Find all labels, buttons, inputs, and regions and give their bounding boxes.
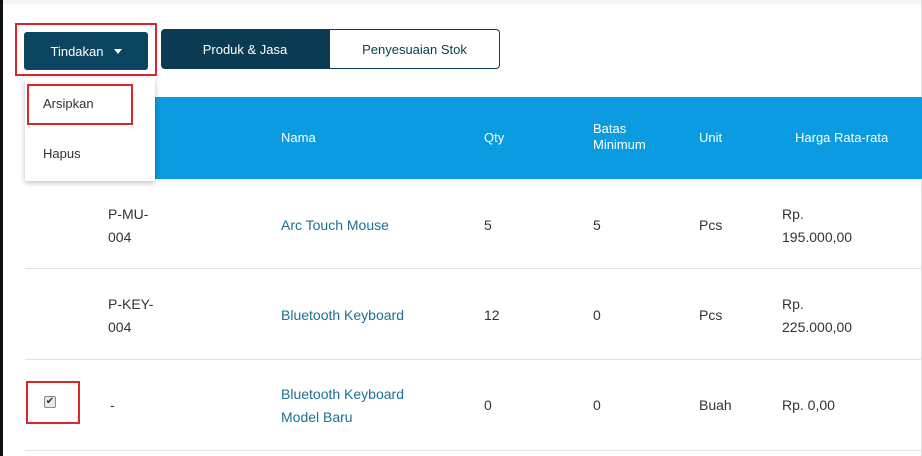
tab-products-services[interactable]: Produk & Jasa <box>161 29 329 69</box>
tab-products-label: Produk & Jasa <box>202 41 288 57</box>
row-price-line2: 225.000,00 <box>782 319 853 335</box>
actions-button-label: Tindakan <box>50 43 104 59</box>
row-code-line1: P-MU- <box>108 206 149 222</box>
row-qty: 0 <box>484 397 492 413</box>
row-unit: Pcs <box>699 217 723 233</box>
actions-dropdown-menu: Arsipkan Hapus <box>25 78 155 181</box>
row-qty: 5 <box>484 217 492 233</box>
row-price-line2: 195.000,00 <box>782 229 853 245</box>
row-min: 0 <box>593 307 601 323</box>
tab-stock-adjustment[interactable]: Penyesuaian Stok <box>329 29 500 69</box>
row-code-line1: P-KEY- <box>108 296 154 312</box>
row-code-line1: - <box>110 397 115 413</box>
row-price-line1: Rp. <box>782 206 804 222</box>
row-checkbox[interactable]: ✔ <box>44 396 56 408</box>
menu-item-archive[interactable]: Arsipkan <box>43 96 94 111</box>
column-header-min-line2: Minimum <box>593 137 646 152</box>
row-unit: Buah <box>699 397 732 413</box>
row-product-name-link[interactable]: Bluetooth Keyboard <box>281 304 404 326</box>
column-header-unit: Unit <box>699 130 723 145</box>
row-product-name-link-line1[interactable]: Bluetooth Keyboard <box>281 383 404 405</box>
menu-item-delete[interactable]: Hapus <box>43 146 81 161</box>
actions-dropdown-button[interactable]: Tindakan <box>24 32 148 70</box>
row-divider <box>25 359 922 360</box>
top-strip <box>0 0 922 4</box>
column-header-name: Nama <box>281 130 316 145</box>
row-min: 5 <box>593 217 601 233</box>
column-header-avg-price: Harga Rata-rata <box>795 130 889 145</box>
row-divider <box>25 450 922 451</box>
row-price-line1: Rp. 0,00 <box>782 397 835 413</box>
row-product-name-link[interactable]: Arc Touch Mouse <box>281 214 389 236</box>
table-header: Nama Qty Batas Minimum Unit Harga Rata-r… <box>25 97 922 179</box>
row-min: 0 <box>593 397 601 413</box>
row-code-line2: 004 <box>108 319 132 335</box>
row-product-name-link-line2[interactable]: Model Baru <box>281 406 353 428</box>
column-header-qty: Qty <box>484 130 505 145</box>
caret-down-icon <box>113 48 122 54</box>
row-unit: Pcs <box>699 307 723 323</box>
row-divider <box>25 268 922 269</box>
tab-stock-label: Penyesuaian Stok <box>362 41 467 57</box>
left-edge-bar <box>0 0 3 456</box>
column-header-min-line1: Batas <box>593 121 627 136</box>
row-code-line2: 004 <box>108 229 132 245</box>
row-qty: 12 <box>484 307 500 323</box>
row-price-line1: Rp. <box>782 296 804 312</box>
